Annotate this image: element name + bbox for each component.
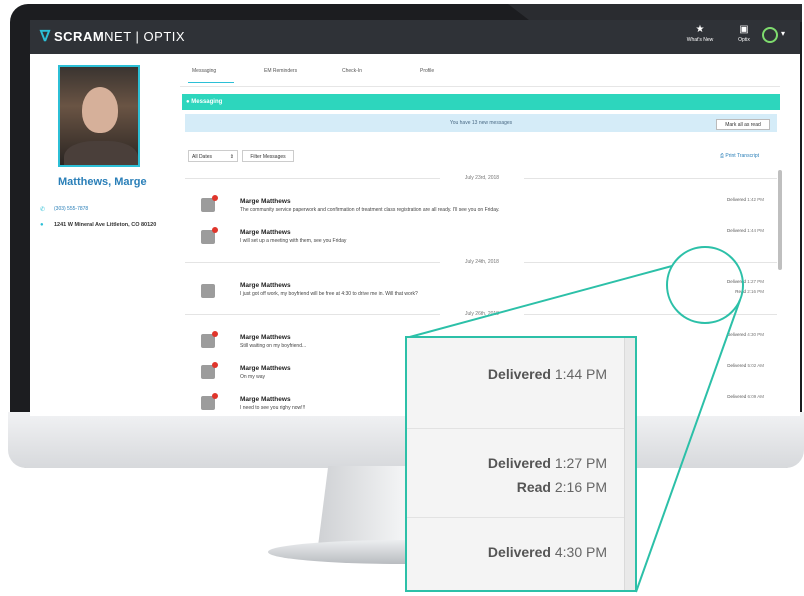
message-avatar (201, 362, 218, 379)
car-icon: ▣ (739, 24, 749, 35)
message-avatar (201, 284, 215, 298)
unread-dot (212, 331, 218, 337)
whats-new-button[interactable]: ★ What's New (680, 24, 720, 50)
zoom-row: Delivered 4:30 PM (407, 518, 627, 590)
message-text: I just got off work, my boyfriend will b… (240, 291, 418, 297)
patient-phone[interactable]: (303) 555-7878 (54, 206, 88, 212)
message-avatar (201, 195, 218, 212)
zoom-row: Delivered 1:27 PM Read 2:16 PM (407, 429, 627, 518)
app-logo[interactable]: SCRAMNET | OPTIX (54, 29, 185, 45)
phone-icon: ✆ (40, 207, 46, 213)
tabs-divider (180, 86, 780, 87)
message-sender: Marge Matthews (240, 282, 291, 289)
optix-button[interactable]: ▣ Optix (724, 24, 764, 50)
location-pin-icon: ● (40, 222, 44, 228)
patient-photo (58, 65, 140, 167)
patient-name: Matthews, Marge (58, 176, 147, 188)
logo-icon: ∇ (40, 28, 51, 45)
messaging-header: ● Messaging (182, 94, 780, 110)
date-filter-select[interactable]: All Dates ⇕ (188, 150, 238, 162)
message-avatar (201, 331, 218, 348)
zoom-delivered-status: Delivered 4:30 PM (487, 544, 607, 560)
mark-all-read-button[interactable]: Mark all as read (716, 119, 770, 130)
unread-dot (212, 362, 218, 368)
message-text: I will set up a meeting with them, see y… (240, 238, 347, 244)
tab-messaging[interactable]: Messaging (192, 68, 216, 74)
day-label: July 24th, 2018 (440, 258, 524, 266)
message-avatar (201, 227, 218, 244)
tab-profile[interactable]: Profile (420, 68, 434, 74)
select-arrows-icon: ⇕ (229, 154, 234, 160)
messages-scrollbar[interactable] (778, 170, 782, 270)
new-messages-banner: You have 13 new messages (185, 114, 777, 132)
message-status: Delivered 5:02 AM (727, 363, 764, 368)
message-sender: Marge Matthews (240, 365, 291, 372)
active-tab-indicator (188, 82, 234, 83)
zoom-delivered-status: Delivered 1:27 PM (487, 455, 607, 471)
message-text: I need to see you righy now!!! (240, 405, 306, 411)
magnified-status-panel: Delivered 1:44 PM Delivered 1:27 PM Read… (405, 336, 637, 592)
zoom-read-status: Read 2:16 PM (516, 479, 607, 495)
tab-em-reminders[interactable]: EM Reminders (264, 68, 297, 74)
zoom-row: Delivered 1:44 PM (407, 338, 627, 429)
avatar-icon (762, 27, 778, 43)
unread-dot (212, 227, 218, 233)
user-menu[interactable]: ▾ (762, 26, 792, 48)
message-sender: Marge Matthews (240, 396, 291, 403)
message-text: On my way (240, 374, 266, 380)
day-label: July 26th, 2018 (440, 310, 524, 318)
filter-messages-button[interactable]: Filter Messages (242, 150, 294, 162)
message-status: Delivered 1:42 PM (726, 197, 764, 202)
print-transcript-link[interactable]: ⎙ Print Transcript (720, 153, 759, 159)
patient-address: 1241 W Mineral Ave Littleton, CO 80120 (54, 222, 157, 228)
unread-dot (212, 393, 218, 399)
message-status: Delivered 1:44 PM (726, 228, 764, 233)
message-text: The community service paperwork and conf… (240, 207, 500, 213)
unread-dot (212, 195, 218, 201)
message-avatar (201, 393, 218, 410)
zoom-delivered-status: Delivered 1:44 PM (487, 366, 607, 382)
message-status: Delivered 4:30 PM (726, 332, 764, 337)
message-sender: Marge Matthews (240, 334, 291, 341)
message-text: Still waiting on my boyfriend... (240, 343, 307, 349)
magnifier-circle (666, 246, 744, 324)
star-icon: ★ (695, 24, 705, 35)
day-label: July 23rd, 2018 (440, 174, 524, 182)
tab-check-in[interactable]: Check-In (342, 68, 362, 74)
message-status: Delivered 6:09 AM (727, 394, 764, 399)
top-bar: ∇ SCRAMNET | OPTIX ★ What's New ▣ Optix … (30, 20, 800, 54)
zoom-scroll-track (624, 338, 635, 590)
chevron-down-icon: ▾ (781, 29, 786, 38)
message-sender: Marge Matthews (240, 198, 291, 205)
message-sender: Marge Matthews (240, 229, 291, 236)
